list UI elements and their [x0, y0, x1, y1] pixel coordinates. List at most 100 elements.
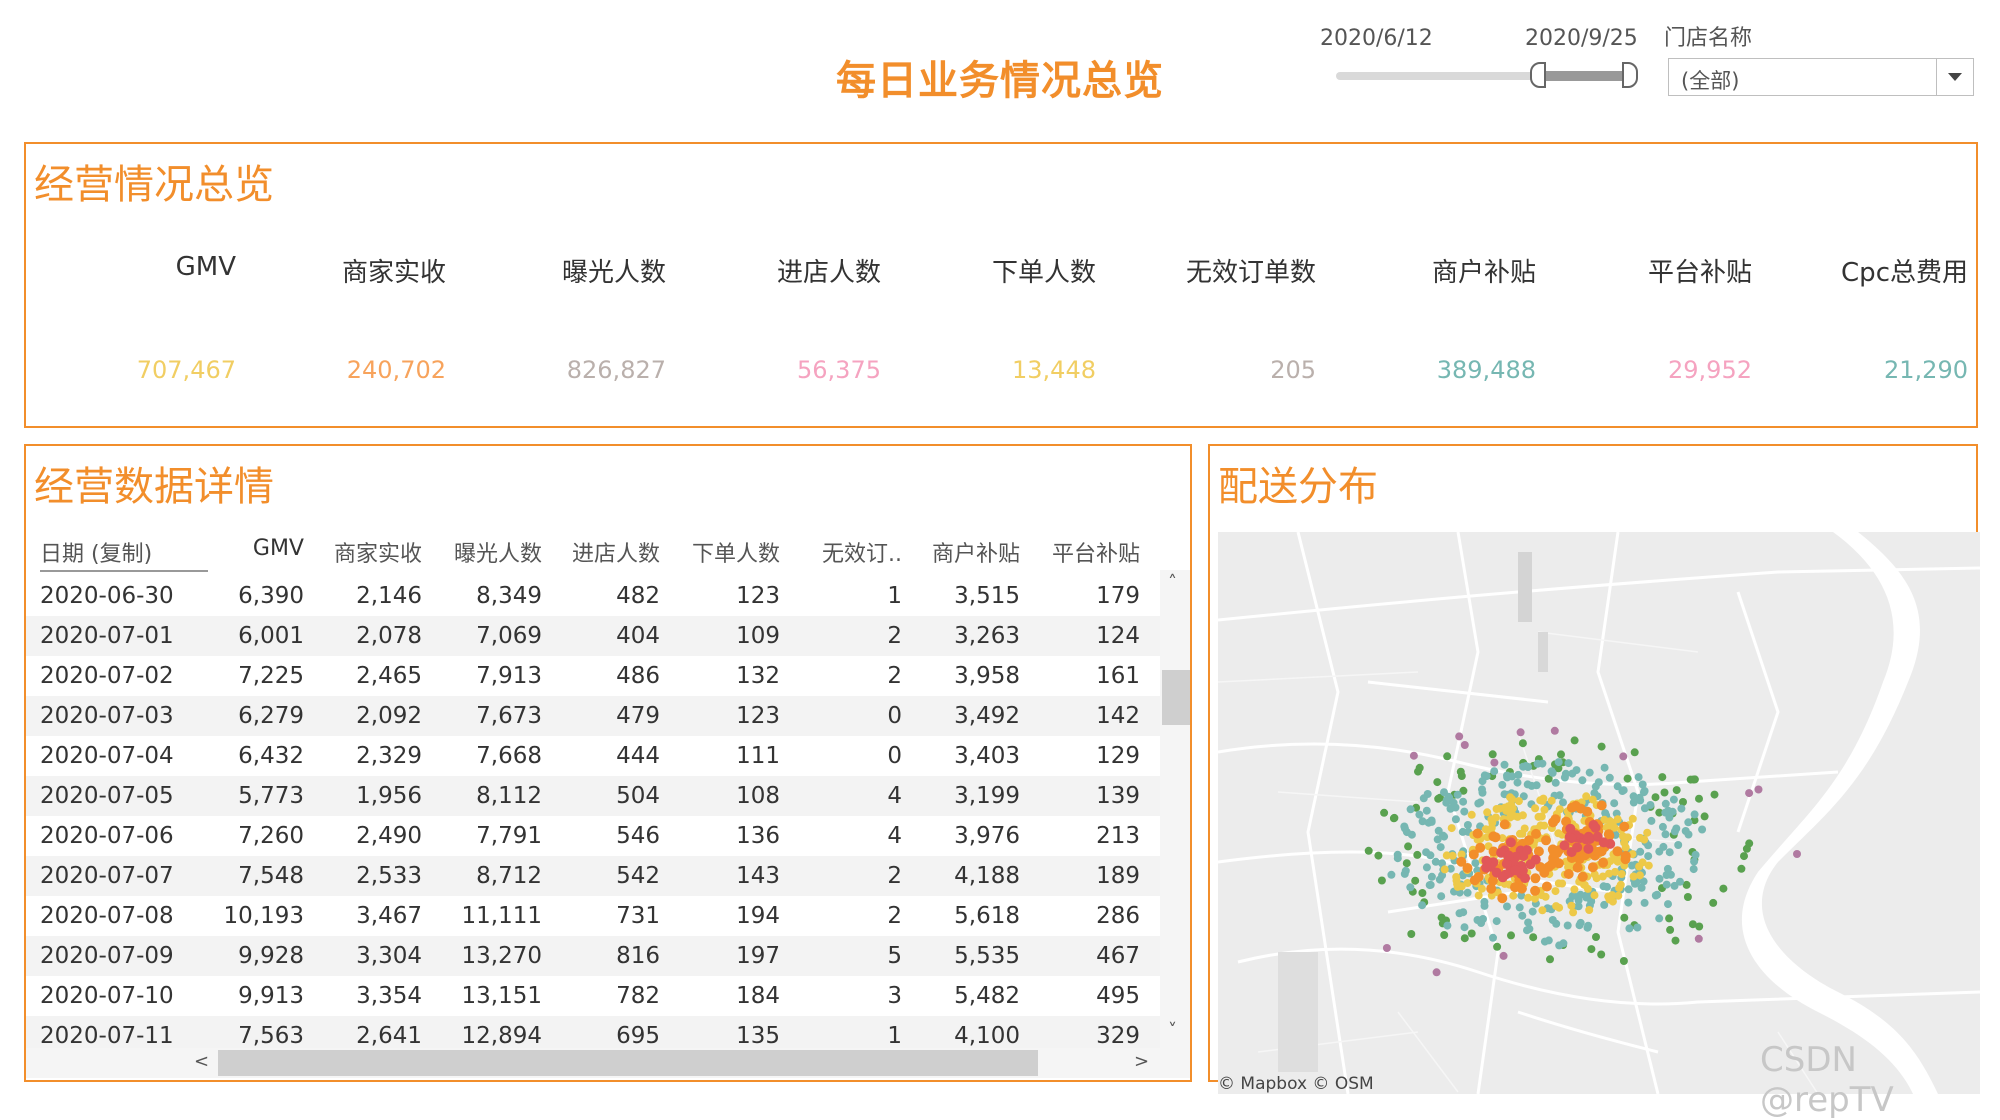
horizontal-scrollbar[interactable]: < >: [26, 1048, 1190, 1078]
value-cell: 11,111: [461, 903, 542, 929]
delivery-points: [1364, 726, 1801, 977]
delivery-point: [1555, 941, 1564, 950]
delivery-point: [1570, 736, 1579, 745]
delivery-point: [1549, 847, 1560, 858]
delivery-point: [1566, 802, 1577, 813]
column-header[interactable]: 曝光人数: [422, 536, 542, 568]
delivery-point: [1634, 773, 1643, 782]
delivery-point: [1665, 848, 1674, 857]
horizontal-scroll-thumb[interactable]: [218, 1050, 1038, 1076]
chevron-down-icon[interactable]: [1936, 59, 1973, 95]
value-cell: 6,279: [238, 703, 304, 729]
delivery-point: [1503, 902, 1511, 911]
delivery-point: [1547, 796, 1556, 805]
table-row[interactable]: 2020-07-01 6,001 2,078 7,069 404 109 2 3,263 124: [26, 616, 1162, 656]
delivery-point: [1516, 728, 1525, 737]
kpi-label: GMV: [175, 252, 236, 282]
store-filter-value: (全部): [1681, 69, 1740, 93]
delivery-point: [1590, 891, 1599, 900]
delivery-point: [1695, 922, 1704, 931]
table-row[interactable]: 2020-07-10 9,913 3,354 13,151 782 184 3 5,482 49…: [26, 976, 1162, 1016]
value-cell: 184: [736, 983, 780, 1009]
scroll-up-arrow-icon[interactable]: ˄: [1168, 572, 1177, 593]
delivery-point: [1520, 824, 1529, 833]
scroll-down-arrow-icon[interactable]: ˅: [1168, 1020, 1177, 1041]
delivery-point: [1468, 849, 1479, 860]
value-cell: 5,535: [954, 943, 1020, 969]
delivery-point: [1582, 806, 1593, 817]
value-cell: 136: [736, 823, 780, 849]
table-row[interactable]: 2020-07-06 7,260 2,490 7,791 546 136 4 3,976 213: [26, 816, 1162, 856]
column-header[interactable]: 日期 (复制): [40, 536, 152, 568]
delivery-point: [1540, 821, 1549, 830]
table-row[interactable]: 2020-07-04 6,432 2,329 7,668 444 111 0 3,403 129: [26, 736, 1162, 776]
delivery-point: [1754, 785, 1763, 794]
value-cell: 3,515: [954, 583, 1020, 609]
table-row[interactable]: 2020-07-08 10,193 3,467 11,111 731 194 2 5,618 2…: [26, 896, 1162, 936]
delivery-point: [1532, 781, 1541, 790]
delivery-point: [1443, 752, 1452, 761]
date-start-handle[interactable]: [1530, 62, 1546, 88]
date-cell: 2020-07-03: [40, 703, 174, 729]
delivery-point: [1640, 898, 1649, 907]
value-cell: 7,225: [238, 663, 304, 689]
scroll-left-arrow-icon[interactable]: <: [194, 1051, 209, 1072]
value-cell: 123: [736, 703, 780, 729]
table-row[interactable]: 2020-07-09 9,928 3,304 13,270 816 197 5 5,535 46…: [26, 936, 1162, 976]
column-header[interactable]: 商家实收: [302, 536, 422, 568]
delivery-point: [1492, 917, 1501, 926]
delivery-point: [1472, 828, 1483, 839]
column-header[interactable]: 无效订..: [782, 536, 902, 568]
delivery-point: [1674, 841, 1683, 849]
value-cell: 8,349: [476, 583, 542, 609]
delivery-point: [1608, 897, 1617, 906]
value-cell: 3,304: [356, 943, 422, 969]
delivery-point: [1596, 800, 1607, 811]
delivery-point: [1623, 774, 1632, 783]
delivery-point: [1619, 957, 1628, 965]
column-header[interactable]: 平台补贴: [1020, 536, 1140, 568]
date-end-handle[interactable]: [1622, 62, 1638, 88]
delivery-point: [1695, 794, 1703, 803]
delivery-point: [1572, 842, 1583, 853]
delivery-point: [1406, 883, 1415, 892]
column-header[interactable]: 下单人数: [660, 536, 780, 568]
value-cell: 2: [887, 623, 902, 649]
delivery-point: [1460, 934, 1469, 943]
store-filter-dropdown[interactable]: (全部): [1668, 58, 1974, 96]
kpi-value: 240,702: [346, 356, 446, 384]
table-row[interactable]: 2020-07-03 6,279 2,092 7,673 479 123 0 3,492 142: [26, 696, 1162, 736]
delivery-point: [1598, 872, 1607, 881]
delivery-point: [1676, 877, 1684, 886]
delivery-point: [1418, 889, 1427, 897]
vertical-scrollbar[interactable]: ˄ ˅: [1160, 570, 1190, 1048]
value-cell: 213: [1096, 823, 1140, 849]
table-row[interactable]: 2020-07-11 7,563 2,641 12,894 695 135 1 4,100 32…: [26, 1016, 1162, 1048]
delivery-point: [1439, 831, 1447, 840]
delivery-point: [1455, 732, 1464, 741]
vertical-scroll-thumb[interactable]: [1162, 670, 1190, 725]
column-header[interactable]: 进店人数: [540, 536, 660, 568]
delivery-point: [1610, 799, 1619, 808]
column-header[interactable]: 商户补贴: [900, 536, 1020, 568]
delivery-point: [1374, 851, 1383, 860]
delivery-point: [1458, 827, 1467, 836]
delivery-point: [1413, 850, 1422, 859]
delivery-point: [1598, 837, 1609, 848]
table-row[interactable]: 2020-07-05 5,773 1,956 8,112 504 108 4 3,199 139: [26, 776, 1162, 816]
table-row[interactable]: 2020-06-30 6,390 2,146 8,349 482 123 1 3,515 179: [26, 576, 1162, 616]
delivery-title: 配送分布: [1218, 464, 1378, 510]
delivery-point: [1655, 874, 1664, 883]
delivery-point: [1689, 865, 1698, 874]
delivery-map[interactable]: [1218, 532, 1980, 1094]
delivery-point: [1503, 771, 1511, 780]
table-row[interactable]: 2020-07-07 7,548 2,533 8,712 542 143 2 4,188 189: [26, 856, 1162, 896]
delivery-point: [1514, 770, 1523, 779]
delivery-point: [1616, 880, 1625, 889]
delivery-point: [1662, 880, 1671, 889]
column-header[interactable]: GMV: [184, 536, 304, 561]
scroll-right-arrow-icon[interactable]: >: [1134, 1051, 1149, 1072]
value-cell: 3,467: [356, 903, 422, 929]
table-body[interactable]: 2020-06-30 6,390 2,146 8,349 482 123 1 3,515 179…: [26, 576, 1162, 1048]
table-row[interactable]: 2020-07-02 7,225 2,465 7,913 486 132 2 3,958 161: [26, 656, 1162, 696]
